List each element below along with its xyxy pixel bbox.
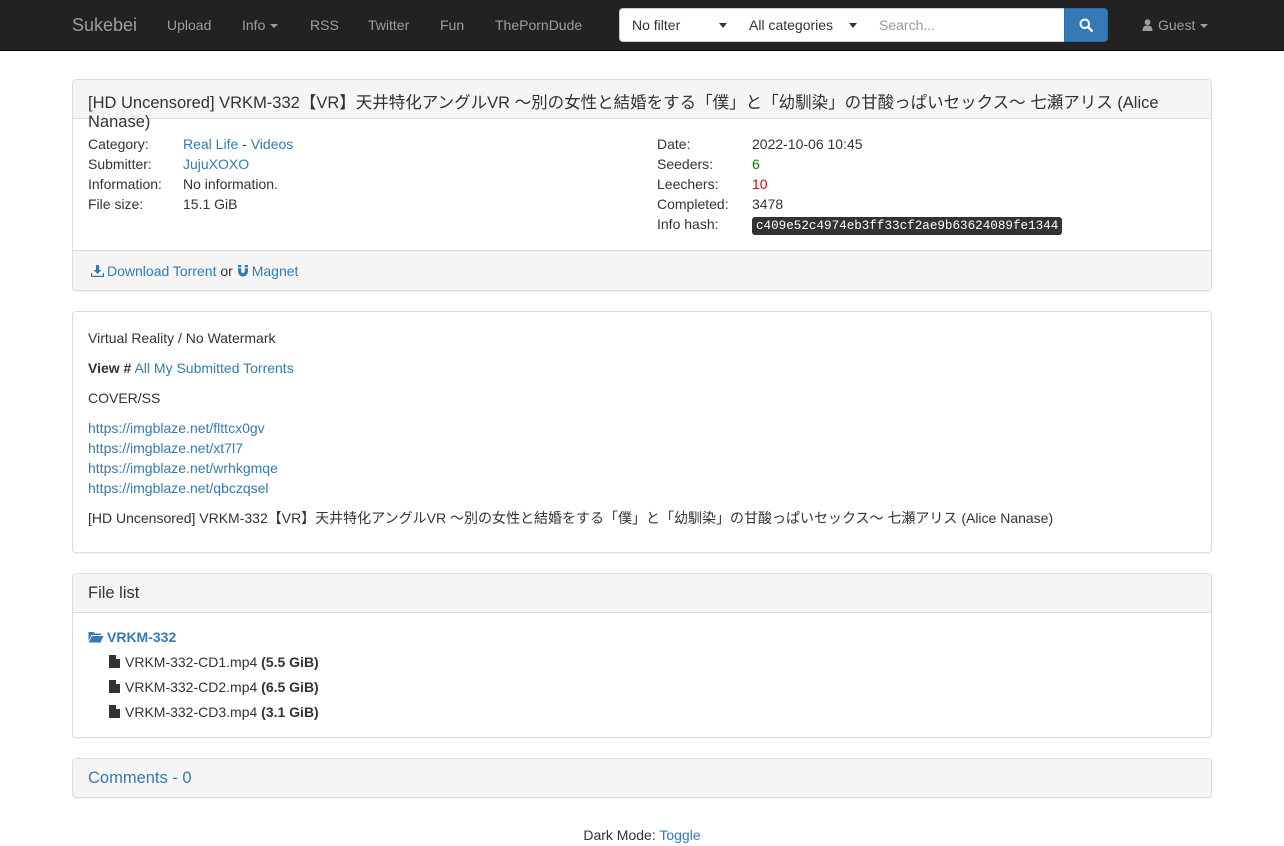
user-icon — [1142, 19, 1153, 31]
file-list-heading: File list — [73, 574, 1211, 613]
nav-theporndude[interactable]: ThePornDude — [495, 17, 582, 33]
seeders-value: 6 — [752, 156, 760, 172]
search-icon — [1079, 18, 1093, 32]
filter-select[interactable]: No filter — [619, 8, 738, 42]
magnet-label: Magnet — [251, 263, 299, 279]
image-link-1[interactable]: https://imgblaze.net/flttcx0gv — [88, 418, 265, 438]
cover-label: COVER/SS — [88, 390, 161, 406]
user-menu[interactable]: Guest — [1142, 17, 1209, 33]
category-value: Real Life - Videos — [183, 134, 293, 154]
file-size: (5.5 GiB) — [261, 654, 319, 670]
file-size-label: File size: — [88, 196, 144, 212]
category-sub-link[interactable]: Videos — [251, 136, 294, 152]
seeders-label: Seeders: — [657, 156, 714, 172]
chevron-down-icon — [270, 24, 279, 29]
dark-mode-toggle[interactable]: Toggle — [659, 827, 700, 843]
folder-link[interactable]: VRKM-332 — [88, 627, 176, 647]
file-list-panel: File list VRKM-332 VRKM-332-CD1.mp4 (5.5… — [72, 573, 1212, 738]
chevron-down-icon — [719, 23, 727, 28]
file-name: VRKM-332-CD3.mp4 — [125, 704, 258, 720]
category-select[interactable]: All categories — [737, 8, 868, 42]
chevron-down-icon — [849, 23, 857, 28]
file-icon — [109, 655, 120, 668]
nav-upload[interactable]: Upload — [167, 17, 211, 33]
file-size-value: 15.1 GiB — [183, 196, 238, 212]
info-hash-value[interactable]: c409e52c4974eb3ff33cf2ae9b63624089fe1344 — [752, 217, 1063, 235]
file-size: (6.5 GiB) — [261, 679, 319, 695]
torrent-info-panel: [HD Uncensored] VRKM-332【VR】天井特化アングルVR ～… — [72, 79, 1212, 291]
information-label: Information: — [88, 176, 162, 192]
download-icon — [90, 265, 105, 278]
or-text: or — [220, 263, 233, 279]
folder-open-icon — [88, 632, 104, 643]
torrent-title: [HD Uncensored] VRKM-332【VR】天井特化アングルVR ～… — [88, 94, 1159, 131]
nav-twitter[interactable]: Twitter — [368, 17, 409, 33]
date-value: 2022-10-06 10:45 — [752, 136, 863, 152]
download-torrent-label: Download Torrent — [107, 263, 217, 279]
torrent-title-heading: [HD Uncensored] VRKM-332【VR】天井特化アングルVR ～… — [73, 80, 1211, 131]
completed-label: Completed: — [657, 196, 729, 212]
info-hash-label: Info hash: — [657, 216, 719, 232]
brand-logo[interactable]: Sukebei — [72, 15, 137, 36]
filter-select-value: No filter — [632, 17, 681, 33]
comments-panel: Comments - 0 — [72, 758, 1212, 798]
leechers-value: 10 — [752, 176, 768, 192]
leechers-label: Leechers: — [657, 176, 719, 192]
submitter-link[interactable]: JujuXOXO — [183, 154, 249, 174]
category-label: Category: — [88, 136, 149, 152]
file-name: VRKM-332-CD1.mp4 — [125, 654, 258, 670]
information-value: No information. — [183, 176, 278, 192]
search-input[interactable] — [867, 8, 1065, 42]
dark-mode-footer: Dark Mode: Toggle — [0, 827, 1284, 843]
nav-info-label: Info — [242, 17, 266, 33]
download-footer: Download Torrent or Magnet — [73, 250, 1211, 290]
download-torrent-link[interactable]: Download Torrent — [90, 263, 217, 279]
comments-heading: Comments - 0 — [73, 759, 1211, 797]
file-row: VRKM-332-CD2.mp4 (6.5 GiB) — [109, 679, 319, 695]
file-size: (3.1 GiB) — [261, 704, 319, 720]
category-separator: - — [242, 136, 247, 152]
completed-value: 3478 — [752, 196, 784, 212]
image-link-3[interactable]: https://imgblaze.net/wrhkgmqe — [88, 458, 278, 478]
image-link-4[interactable]: https://imgblaze.net/qbczqsel — [88, 478, 269, 498]
top-navbar: Sukebei Upload Info RSS Twitter Fun TheP… — [0, 0, 1284, 51]
view-line: View # All My Submitted Torrents — [88, 358, 294, 378]
file-icon — [109, 680, 120, 693]
description-title: [HD Uncensored] VRKM-332【VR】天井特化アングルVR ～… — [88, 510, 1054, 526]
description-line1: Virtual Reality / No Watermark — [88, 330, 276, 346]
description-panel: Virtual Reality / No Watermark View # Al… — [72, 311, 1212, 553]
submitter-label: Submitter: — [88, 156, 152, 172]
search-button[interactable] — [1064, 8, 1108, 42]
folder-name: VRKM-332 — [107, 629, 177, 645]
nav-rss[interactable]: RSS — [310, 17, 339, 33]
magnet-link[interactable]: Magnet — [237, 263, 299, 279]
file-row: VRKM-332-CD1.mp4 (5.5 GiB) — [109, 654, 319, 670]
view-submitted-link[interactable]: All My Submitted Torrents — [134, 360, 293, 376]
dark-mode-label: Dark Mode: — [583, 827, 656, 843]
file-name: VRKM-332-CD2.mp4 — [125, 679, 258, 695]
chevron-down-icon — [1200, 24, 1209, 29]
user-menu-label: Guest — [1158, 17, 1196, 33]
file-list-title: File list — [88, 584, 140, 602]
magnet-icon — [237, 265, 248, 277]
nav-fun[interactable]: Fun — [440, 17, 464, 33]
view-label: View # — [88, 360, 132, 376]
image-link-2[interactable]: https://imgblaze.net/xt7l7 — [88, 438, 243, 458]
comments-toggle-link[interactable]: Comments - 0 — [88, 769, 192, 787]
file-row: VRKM-332-CD3.mp4 (3.1 GiB) — [109, 704, 319, 720]
category-main-link[interactable]: Real Life — [183, 136, 238, 152]
file-icon — [109, 705, 120, 718]
download-links: Download Torrent or Magnet — [90, 263, 299, 279]
nav-info-dropdown[interactable]: Info — [242, 17, 279, 33]
category-select-value: All categories — [749, 17, 834, 33]
date-label: Date: — [657, 136, 691, 152]
info-hash-wrap: c409e52c4974eb3ff33cf2ae9b63624089fe1344 — [752, 214, 1063, 236]
